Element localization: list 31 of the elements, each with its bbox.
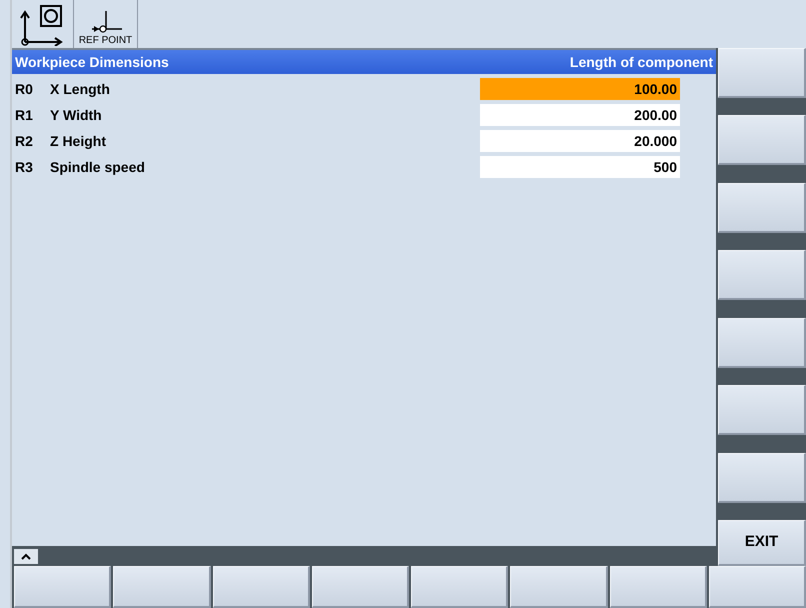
chevron-up-icon xyxy=(21,552,31,560)
horizontal-softkey[interactable] xyxy=(411,566,508,608)
horizontal-softkey[interactable] xyxy=(312,566,409,608)
parameter-label: Y Width xyxy=(50,106,103,124)
panel-title: Workpiece Dimensions xyxy=(15,52,169,72)
vertical-softkey[interactable] xyxy=(718,318,806,368)
horizontal-softkey[interactable] xyxy=(212,566,310,608)
parameter-index: R2 xyxy=(14,132,34,150)
horizontal-softkey[interactable] xyxy=(610,566,707,608)
horizontal-softkey[interactable] xyxy=(708,566,806,608)
exit-softkey[interactable]: EXIT xyxy=(718,520,806,566)
parameter-label: Spindle speed xyxy=(50,158,146,177)
horizontal-softkey[interactable] xyxy=(510,566,608,608)
vertical-softkey[interactable] xyxy=(718,182,806,233)
parameter-value-field[interactable]: 100.00 xyxy=(480,78,680,100)
vertical-softkey[interactable] xyxy=(718,48,806,98)
parameter-label: X Length xyxy=(50,80,111,99)
parameter-hint: Length of component xyxy=(570,52,713,72)
parameter-index: R0 xyxy=(14,80,34,98)
vertical-softkey[interactable] xyxy=(718,115,806,166)
parameter-index: R1 xyxy=(14,106,34,124)
horizontal-softkey[interactable] xyxy=(113,566,210,608)
vertical-softkey[interactable] xyxy=(718,250,806,300)
vertical-softkey[interactable] xyxy=(718,385,806,436)
vertical-softkey[interactable] xyxy=(718,452,806,503)
parameter-value-field[interactable]: 200.00 xyxy=(480,104,680,126)
parameter-label: Z Height xyxy=(50,132,107,151)
parameter-value-field[interactable]: 500 xyxy=(480,156,680,178)
parameter-value-field[interactable]: 20.000 xyxy=(480,130,680,152)
parameter-index: R3 xyxy=(14,158,34,176)
scroll-up-button[interactable] xyxy=(14,548,38,564)
